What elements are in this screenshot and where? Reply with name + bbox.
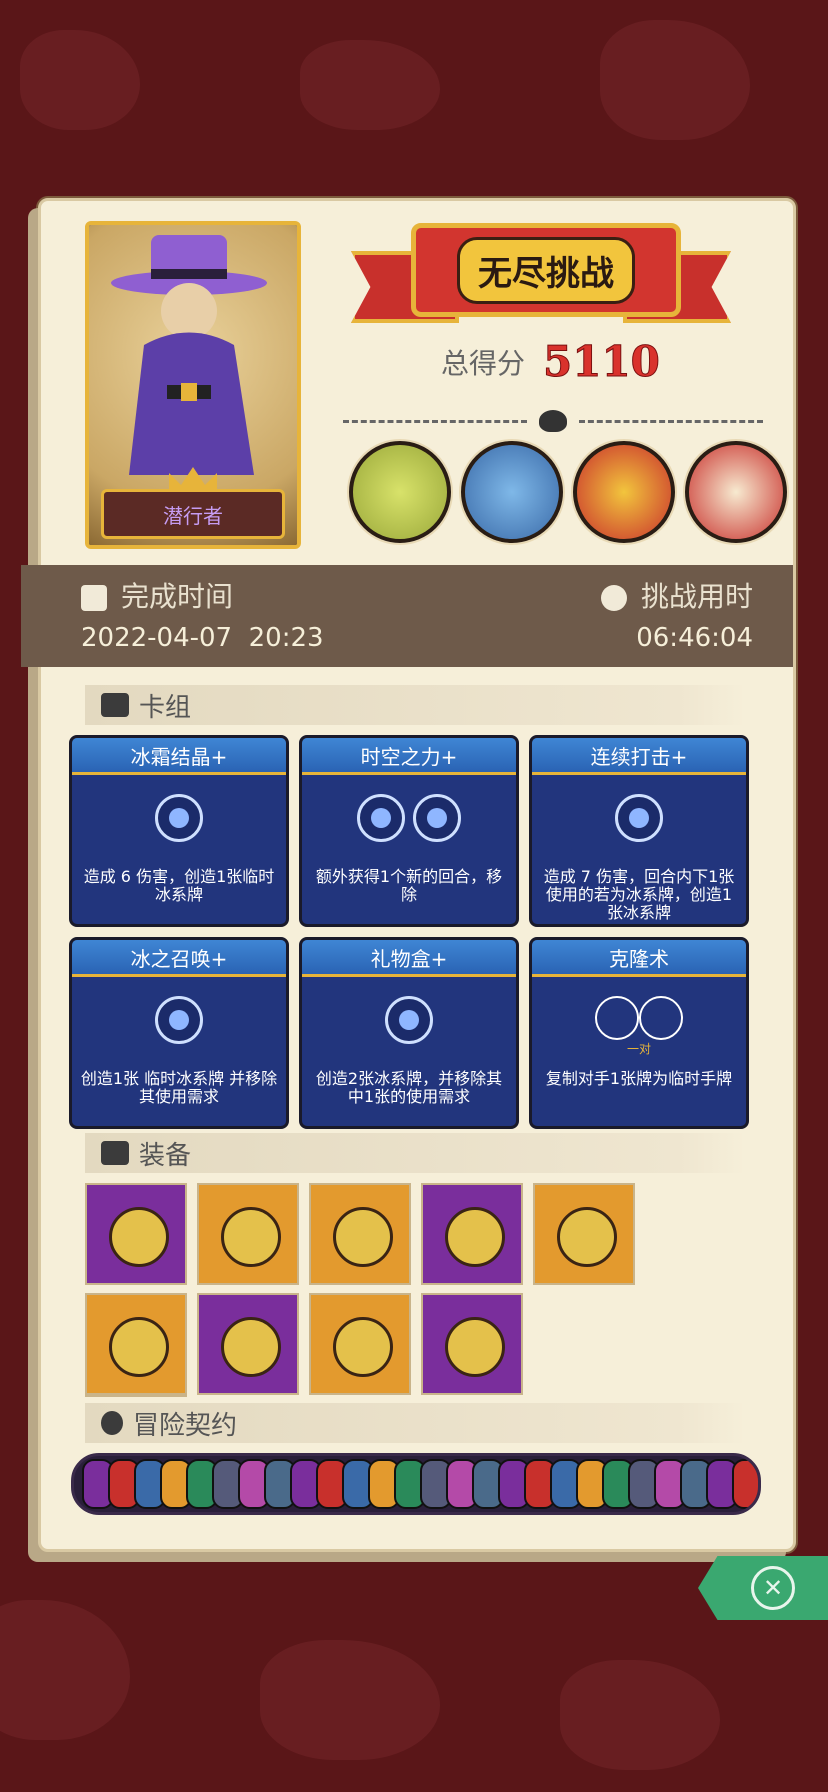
card-cost-icons bbox=[532, 794, 746, 842]
equipment-row-2 bbox=[85, 1293, 745, 1395]
boss-masked-demon-icon[interactable] bbox=[573, 441, 675, 543]
equipment-slot[interactable] bbox=[309, 1183, 411, 1285]
card-cost-icons bbox=[72, 996, 286, 1044]
stopwatch-icon bbox=[600, 585, 627, 611]
equipment-item-icon bbox=[221, 1317, 281, 1377]
skull-icon bbox=[539, 410, 567, 432]
card-title: 礼物盒+ bbox=[302, 940, 516, 977]
card-title: 连续打击+ bbox=[532, 738, 746, 775]
ice-element-icon bbox=[155, 794, 203, 842]
score-value: 5110 bbox=[543, 337, 661, 387]
equipment-item-icon bbox=[445, 1207, 505, 1267]
card-description: 造成 6 伤害，创造1张临时冰系牌 bbox=[83, 867, 275, 904]
time-bar: 完成时间 挑战用时 2022-04-07 20:23 06:46:04 bbox=[21, 565, 793, 667]
finish-time-label: 完成时间 bbox=[121, 580, 234, 613]
card-title: 时空之力+ bbox=[302, 738, 516, 775]
banner-main: 无尽挑战 bbox=[411, 223, 681, 317]
card-cost-icons bbox=[302, 996, 516, 1044]
equipment-item-icon bbox=[333, 1207, 393, 1267]
equipment-slot[interactable] bbox=[85, 1183, 187, 1285]
equipment-item-icon bbox=[445, 1317, 505, 1377]
card-description: 额外获得1个新的回合，移除 bbox=[315, 867, 503, 904]
card-cost-icons bbox=[302, 794, 516, 842]
divider-line-right bbox=[579, 419, 763, 423]
duration-label-group: 挑战用时 bbox=[600, 575, 753, 615]
box-icon bbox=[101, 1141, 129, 1165]
character-name: 潜行者 bbox=[163, 503, 223, 528]
empty-ring-icon bbox=[595, 996, 639, 1040]
equipment-slot[interactable] bbox=[309, 1293, 411, 1395]
equipment-slot[interactable] bbox=[533, 1183, 635, 1285]
card-title: 冰之召唤+ bbox=[72, 940, 286, 977]
person-icon bbox=[101, 1411, 123, 1435]
equipment-slot[interactable] bbox=[85, 1293, 187, 1395]
time-labels-row: 完成时间 挑战用时 bbox=[81, 575, 753, 615]
equipment-item-icon bbox=[333, 1317, 393, 1377]
time-values-row: 2022-04-07 20:23 06:46:04 bbox=[81, 623, 753, 653]
card-title: 克隆术 bbox=[532, 940, 746, 977]
contract-section-header: 冒险契约 bbox=[85, 1403, 745, 1443]
card-description: 创造2张冰系牌，并移除其中1张的使用需求 bbox=[315, 1069, 503, 1106]
ice-element-icon bbox=[385, 996, 433, 1044]
ice-element-icon bbox=[615, 794, 663, 842]
duration-label: 挑战用时 bbox=[640, 580, 753, 613]
contract-section-title: 冒险契约 bbox=[133, 1410, 238, 1441]
deck-section-header: 卡组 bbox=[85, 685, 745, 725]
equipment-section-title: 装备 bbox=[139, 1140, 192, 1171]
equipment-item-icon bbox=[557, 1207, 617, 1267]
mode-banner: 无尽挑战 bbox=[351, 223, 731, 323]
boss-ice-king-icon[interactable] bbox=[461, 441, 563, 543]
boss-divider bbox=[343, 410, 763, 432]
close-icon: ✕ bbox=[751, 1566, 795, 1610]
boss-dinosaur-icon[interactable] bbox=[349, 441, 451, 543]
card-subtitle: 一对 bbox=[626, 1042, 651, 1056]
deck-section-title: 卡组 bbox=[139, 692, 192, 723]
card-cost-icons bbox=[532, 996, 746, 1040]
deck-card[interactable]: 时空之力+ 额外获得1个新的回合，移除 bbox=[299, 735, 519, 927]
close-button[interactable]: ✕ bbox=[698, 1556, 828, 1620]
result-panel: 潜行者 无尽挑战 总得分 5110 完成时间 挑战用时 2022-04-07 2… bbox=[21, 198, 796, 1552]
duration-value: 06:46:04 bbox=[636, 623, 753, 653]
card-title: 冰霜结晶+ bbox=[72, 738, 286, 775]
deck-card[interactable]: 冰霜结晶+ 造成 6 伤害，创造1张临时冰系牌 bbox=[69, 735, 289, 927]
deck-card[interactable]: 克隆术一对复制对手1张牌为临时手牌 bbox=[529, 937, 749, 1129]
equipment-item-icon bbox=[109, 1207, 169, 1267]
deck-card[interactable]: 礼物盒+ 创造2张冰系牌，并移除其中1张的使用需求 bbox=[299, 937, 519, 1129]
character-portrait: 潜行者 bbox=[85, 221, 301, 549]
total-score: 总得分 5110 bbox=[441, 337, 661, 387]
card-description: 创造1张 临时冰系牌 并移除其使用需求 bbox=[80, 1069, 278, 1106]
contract-token-icon bbox=[732, 1459, 758, 1509]
defeated-bosses bbox=[349, 441, 787, 543]
divider-line-left bbox=[343, 419, 527, 423]
score-label: 总得分 bbox=[441, 346, 526, 380]
equipment-slot[interactable] bbox=[197, 1293, 299, 1395]
card-cost-icons bbox=[72, 794, 286, 842]
ice-element-icon bbox=[155, 996, 203, 1044]
equipment-slot[interactable] bbox=[421, 1293, 523, 1395]
deck-card[interactable]: 冰之召唤+ 创造1张 临时冰系牌 并移除其使用需求 bbox=[69, 937, 289, 1129]
character-nameplate: 潜行者 bbox=[101, 489, 285, 539]
calendar-icon bbox=[81, 585, 107, 611]
equipment-slot[interactable] bbox=[421, 1183, 523, 1285]
finish-time-value: 2022-04-07 20:23 bbox=[81, 623, 324, 653]
equipment-item-icon bbox=[221, 1207, 281, 1267]
rogue-figure-icon bbox=[111, 235, 267, 475]
cards-icon bbox=[101, 693, 129, 717]
finish-time-label-group: 完成时间 bbox=[81, 575, 233, 615]
equipment-item-icon bbox=[109, 1317, 169, 1377]
empty-ring-icon bbox=[639, 996, 683, 1040]
card-description: 造成 7 伤害，回合内下1张使用的若为冰系牌，创造1张冰系牌 bbox=[543, 867, 735, 922]
deck-grid: 冰霜结晶+ 造成 6 伤害，创造1张临时冰系牌 时空之力+ 额外获得1个新的回合，移除… bbox=[69, 735, 749, 1129]
boss-lion-mask-icon[interactable] bbox=[685, 441, 787, 543]
equipment-section-header: 装备 bbox=[85, 1133, 745, 1173]
contract-strip[interactable] bbox=[71, 1453, 761, 1515]
ice-element-icon bbox=[413, 794, 461, 842]
equipment-slot[interactable] bbox=[197, 1183, 299, 1285]
deck-card[interactable]: 连续打击+ 造成 7 伤害，回合内下1张使用的若为冰系牌，创造1张冰系牌 bbox=[529, 735, 749, 927]
mode-title: 无尽挑战 bbox=[457, 236, 635, 304]
ice-element-icon bbox=[357, 794, 405, 842]
card-description: 复制对手1张牌为临时手牌 bbox=[545, 1069, 733, 1088]
